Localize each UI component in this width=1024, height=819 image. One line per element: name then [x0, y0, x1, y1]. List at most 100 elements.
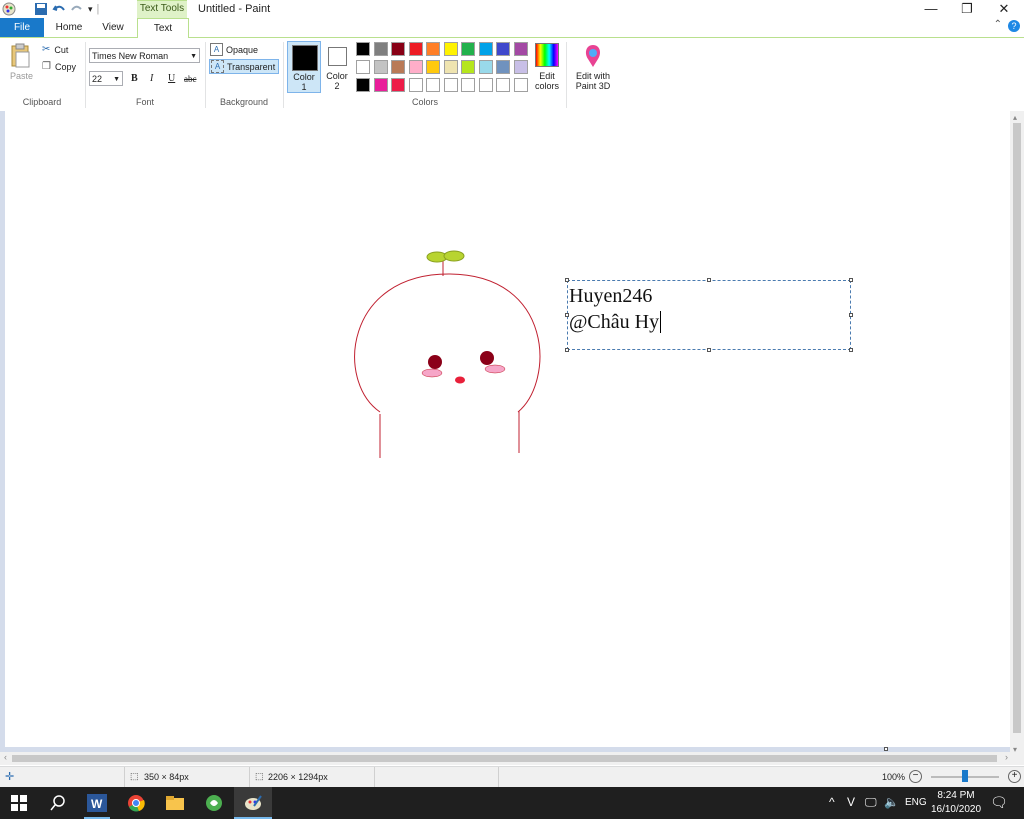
- vertical-scroll-thumb[interactable]: [1013, 123, 1021, 733]
- minimize-button[interactable]: —: [914, 0, 948, 18]
- zoom-slider-thumb[interactable]: [962, 770, 968, 782]
- volume-icon[interactable]: 🔈: [884, 795, 899, 809]
- scroll-up-icon[interactable]: ▴: [1013, 113, 1017, 122]
- horizontal-scrollbar[interactable]: ‹ ›: [0, 752, 1024, 765]
- close-button[interactable]: ✕: [987, 0, 1021, 18]
- search-button[interactable]: [39, 787, 77, 819]
- restore-button[interactable]: ❐: [950, 0, 984, 18]
- tab-text[interactable]: Text: [137, 18, 189, 39]
- tab-view[interactable]: View: [92, 18, 134, 37]
- start-button[interactable]: [0, 787, 38, 819]
- font-family-select[interactable]: Times New Roman ▼: [89, 48, 200, 63]
- italic-button[interactable]: I: [150, 73, 153, 84]
- paint-app-icon[interactable]: [2, 2, 16, 16]
- resize-handle-sw[interactable]: [565, 348, 569, 352]
- notification-icon[interactable]: 🗨: [990, 794, 1008, 811]
- drawing-canvas[interactable]: [5, 111, 1010, 747]
- palette-swatch[interactable]: [373, 42, 388, 56]
- vertical-scrollbar[interactable]: ▴ ▾: [1010, 111, 1024, 756]
- palette-swatch[interactable]: [513, 60, 528, 74]
- palette-swatch[interactable]: [513, 42, 528, 56]
- strikethrough-button[interactable]: abc: [184, 74, 197, 84]
- clock[interactable]: 8:24 PM 16/10/2020: [930, 789, 982, 817]
- copy-button[interactable]: ❐ Copy: [42, 61, 76, 72]
- palette-swatch[interactable]: [496, 60, 510, 74]
- palette-swatch[interactable]: [426, 42, 440, 56]
- redo-icon[interactable]: [70, 2, 84, 16]
- palette-swatch[interactable]: [356, 78, 370, 92]
- palette-swatch[interactable]: [391, 42, 405, 56]
- palette-swatch[interactable]: [478, 42, 493, 56]
- collapse-ribbon-icon[interactable]: ⌃: [994, 19, 1002, 30]
- opaque-button[interactable]: A Opaque: [210, 43, 258, 56]
- palette-swatch[interactable]: [478, 78, 493, 92]
- canvas-resize-handle[interactable]: [884, 747, 888, 751]
- underline-button[interactable]: U: [168, 73, 175, 84]
- palette-swatch[interactable]: [426, 78, 440, 92]
- status-divider: [249, 767, 250, 787]
- customize-toolbar-icon[interactable]: ▾: [88, 4, 93, 15]
- palette-swatch[interactable]: [373, 60, 388, 74]
- palette-swatch[interactable]: [408, 60, 423, 74]
- help-icon[interactable]: ?: [1008, 20, 1020, 32]
- zoom-in-button[interactable]: +: [1008, 770, 1021, 783]
- cut-button[interactable]: ✂ Cut: [42, 44, 68, 55]
- palette-swatch[interactable]: [356, 60, 370, 74]
- resize-handle-w[interactable]: [565, 313, 569, 317]
- palette-swatch[interactable]: [461, 42, 475, 56]
- palette-swatch[interactable]: [373, 78, 388, 92]
- color-palette: [356, 42, 531, 94]
- palette-swatch[interactable]: [496, 78, 510, 92]
- taskbar-paint[interactable]: [234, 787, 272, 819]
- show-hidden-icons-chevron-icon[interactable]: ^: [829, 795, 835, 809]
- resize-handle-ne[interactable]: [849, 278, 853, 282]
- palette-swatch[interactable]: [443, 42, 458, 56]
- vpn-icon[interactable]: V: [847, 795, 855, 809]
- transparent-button[interactable]: A Transparent: [209, 59, 279, 74]
- chrome-icon: [128, 795, 145, 812]
- palette-swatch[interactable]: [496, 42, 510, 56]
- palette-swatch[interactable]: [408, 42, 423, 56]
- palette-swatch[interactable]: [408, 78, 423, 92]
- bold-button[interactable]: B: [131, 73, 138, 84]
- transparent-label: Transparent: [227, 61, 276, 72]
- color2-button[interactable]: Color 2: [322, 41, 352, 93]
- tab-file[interactable]: File: [0, 18, 44, 37]
- paste-button[interactable]: [10, 43, 32, 68]
- taskbar-app[interactable]: [195, 787, 233, 819]
- palette-swatch[interactable]: [443, 78, 458, 92]
- taskbar-word[interactable]: W: [78, 787, 116, 819]
- palette-swatch[interactable]: [461, 78, 475, 92]
- edit-colors-button[interactable]: Edit colors: [533, 41, 561, 93]
- resize-handle-e[interactable]: [849, 313, 853, 317]
- network-icon[interactable]: 🖵: [865, 795, 877, 810]
- palette-swatch[interactable]: [391, 78, 405, 92]
- color1-button[interactable]: Color 1: [287, 41, 321, 93]
- paste-icon: [11, 43, 30, 68]
- font-size-select[interactable]: 22 ▼: [89, 71, 123, 86]
- palette-swatch[interactable]: [426, 60, 440, 74]
- scroll-left-icon[interactable]: ‹: [4, 752, 7, 762]
- save-icon[interactable]: [34, 2, 48, 16]
- palette-swatch[interactable]: [478, 60, 493, 74]
- language-indicator[interactable]: ENG: [905, 797, 927, 808]
- resize-handle-n[interactable]: [707, 278, 711, 282]
- horizontal-scroll-thumb[interactable]: [12, 755, 997, 762]
- undo-icon[interactable]: [52, 2, 66, 16]
- palette-swatch[interactable]: [356, 42, 370, 56]
- palette-swatch[interactable]: [461, 60, 475, 74]
- palette-swatch[interactable]: [443, 60, 458, 74]
- opaque-label: Opaque: [226, 44, 259, 55]
- resize-handle-s[interactable]: [707, 348, 711, 352]
- text-box-selection[interactable]: Huyen246 @Châu Hy: [567, 280, 851, 350]
- scroll-right-icon[interactable]: ›: [1005, 752, 1008, 762]
- resize-handle-nw[interactable]: [565, 278, 569, 282]
- palette-swatch[interactable]: [391, 60, 405, 74]
- palette-swatch[interactable]: [513, 78, 528, 92]
- taskbar-file-explorer[interactable]: [156, 787, 194, 819]
- tab-home[interactable]: Home: [48, 18, 90, 37]
- edit-with-paint3d-button[interactable]: Edit with Paint 3D: [570, 41, 616, 93]
- zoom-out-button[interactable]: −: [909, 770, 922, 783]
- resize-handle-se[interactable]: [849, 348, 853, 352]
- taskbar-chrome[interactable]: [117, 787, 155, 819]
